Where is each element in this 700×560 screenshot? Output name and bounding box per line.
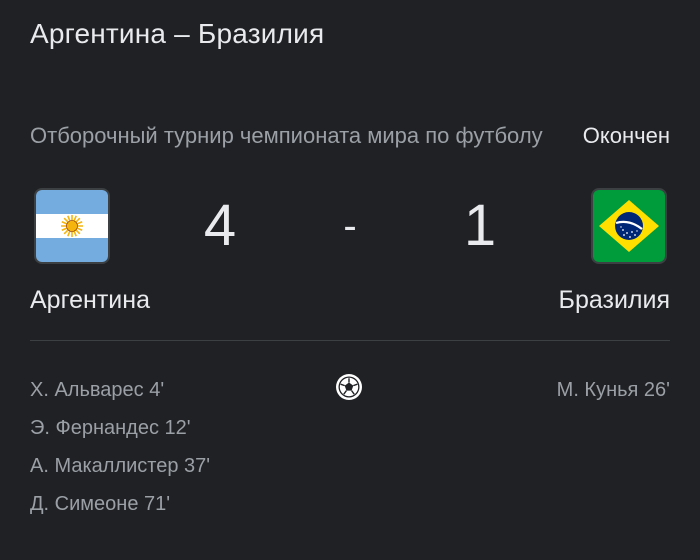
soccer-ball-icon [335, 373, 363, 401]
away-team-name[interactable]: Бразилия [559, 286, 670, 315]
brazil-flag-icon[interactable] [593, 190, 665, 262]
match-status: Окончен [582, 123, 670, 148]
tournament-name[interactable]: Отборочный турнир чемпионата мира по фут… [30, 123, 575, 149]
score-separator: - [343, 204, 357, 248]
away-scorer-item: М. Кунья 26' [556, 379, 670, 401]
match-card[interactable]: Аргентина – Бразилия Отборочный турнир ч… [0, 0, 700, 560]
home-score: 4 [203, 193, 237, 258]
away-score: 1 [463, 193, 497, 258]
home-scorer-item: А. Макаллистер 37' [30, 455, 211, 477]
home-team-name[interactable]: Аргентина [30, 286, 150, 315]
home-scorer-item: Э. Фернандес 12' [30, 417, 191, 439]
away-scorers-list: М. Кунья 26' [557, 371, 670, 409]
match-meta: Отборочный турнир чемпионата мира по фут… [30, 123, 670, 149]
home-scorer-item: Х. Альварес 4' [30, 379, 165, 401]
match-title[interactable]: Аргентина – Бразилия [30, 18, 324, 50]
divider [30, 340, 670, 341]
home-scorers-list: Х. Альварес 4' Э. Фернандес 12' А. Макал… [30, 371, 210, 523]
argentina-flag-icon[interactable] [36, 190, 108, 262]
home-scorer-item: Д. Симеоне 71' [30, 493, 171, 515]
